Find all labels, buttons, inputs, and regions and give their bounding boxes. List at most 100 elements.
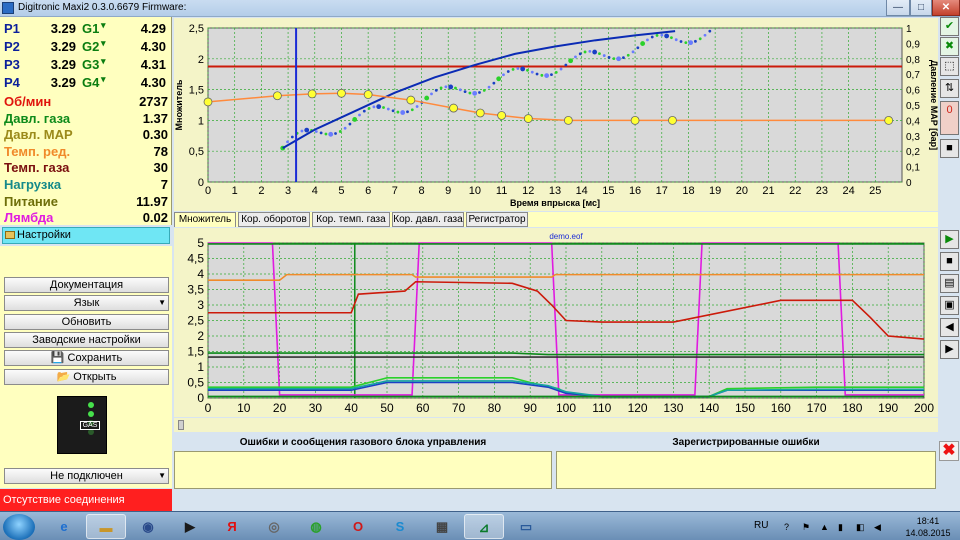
sample-point (343, 126, 347, 130)
x-tick-label: 160 (771, 401, 791, 415)
registered-errors-list[interactable] (556, 451, 936, 489)
sample-point (463, 90, 467, 94)
tab-bar: Множитель Кор. оборотов Кор. темп. газа Кор… (174, 212, 938, 227)
sample-point (458, 88, 462, 92)
sample-point (468, 91, 472, 95)
volume-icon[interactable]: ◀ (874, 522, 884, 532)
stop-square-icon[interactable]: ■ (940, 139, 959, 158)
multiplier-point (449, 103, 458, 113)
sample-point (424, 95, 430, 101)
play-icon[interactable]: ▶ (940, 230, 959, 249)
ecu-messages-list[interactable] (174, 451, 552, 489)
action-center-icon[interactable]: ▲ (820, 522, 830, 532)
network-tray-icon[interactable]: ◧ (856, 522, 866, 532)
y2-tick-label: 1 (906, 24, 912, 35)
nozzle-icon: ▾ (101, 38, 106, 48)
start-button[interactable] (3, 514, 35, 540)
sample-point (444, 85, 448, 89)
sample-point (454, 86, 457, 90)
camera-icon[interactable]: ◎ (254, 514, 294, 539)
y2-tick-label: 0,7 (906, 70, 920, 81)
step-forward-icon[interactable]: ▶ (940, 340, 959, 359)
language-indicator[interactable]: RU (754, 520, 768, 531)
title-bar[interactable]: Digitronic Maxi2 0.3.0.6679 Firmware: — … (0, 0, 960, 17)
factory-settings-button[interactable]: Заводские настройки (4, 332, 169, 348)
documentation-label: Документация (49, 279, 124, 291)
tab-item[interactable]: Регистратор (466, 212, 528, 227)
documentation-button[interactable]: Документация (4, 277, 169, 293)
explorer-icon[interactable]: ▬ (86, 514, 126, 539)
x-tick-label: 100 (556, 401, 576, 415)
nozzle-icon: ▾ (101, 56, 106, 66)
multiplier-chart[interactable]: 0 1 2 3 4 5 6 7 8 9 10 11 12 13 14 15 16 17 18 19 20 21 22 23 24… (174, 18, 939, 211)
time-scrollbar[interactable] (174, 418, 938, 432)
open-label: Открыть (73, 371, 117, 383)
clear-errors-icon[interactable]: ✖ (939, 441, 959, 461)
x-tick-label: 22 (789, 185, 801, 197)
help-icon[interactable]: ? (784, 522, 794, 532)
opera-icon[interactable]: O (338, 514, 378, 539)
sort-icon[interactable]: ⇅ (940, 79, 959, 98)
media-player-icon[interactable]: ▶ (170, 514, 210, 539)
sample-point (679, 40, 683, 43)
multiplier-point (523, 114, 533, 123)
x-tick-label: 20 (273, 401, 287, 415)
sample-point (286, 140, 289, 144)
pressure-row: P1 3.29 G1 ▾ 4.29 (4, 20, 170, 37)
x-tick-label: 17 (656, 185, 668, 197)
save-button[interactable]: 💾 Сохранить (4, 350, 169, 366)
stop-icon[interactable]: ■ (940, 252, 959, 271)
yandex-icon[interactable]: Я (212, 514, 252, 539)
app-window: Digitronic Maxi2 0.3.0.6679 Firmware: — … (0, 0, 960, 540)
monitor-icon[interactable]: ▭ (506, 514, 546, 539)
skype-icon[interactable]: S (380, 514, 420, 539)
network-icon[interactable]: ◉ (128, 514, 168, 539)
tab-item[interactable]: Кор. темп. газа (312, 212, 390, 227)
y2-axis-label: Давление MAP [бар] (929, 60, 938, 150)
sample-point (487, 85, 491, 89)
tab-item[interactable]: Кор. давл. газа (392, 212, 464, 227)
recorder-chart-svg[interactable]: 0 10 20 30 40 50 60 70 80 90 100 110 120 130 140 150 160… (174, 228, 938, 417)
language-select[interactable]: Язык ▼ (4, 295, 169, 311)
flag-icon[interactable]: ⚑ (802, 522, 812, 532)
close-button[interactable]: ✕ (932, 0, 960, 16)
export-icon[interactable]: ⬚ (940, 57, 959, 76)
x-tick-label: 11 (496, 185, 507, 197)
chrome-icon[interactable]: ◍ (296, 514, 336, 539)
check-green-icon[interactable]: ✔ (940, 17, 959, 36)
scroll-thumb[interactable] (178, 420, 184, 430)
tab-item[interactable]: Множитель (174, 212, 236, 227)
multiplier-chart-svg[interactable]: 0 1 2 3 4 5 6 7 8 9 10 11 12 13 14 15 16 17 18 19 20 21 22 23 24… (174, 18, 939, 211)
sample-point (516, 67, 520, 70)
settings-header[interactable]: Настройки (2, 227, 170, 244)
tab-item[interactable]: Кор. оборотов (238, 212, 310, 227)
ie-icon[interactable]: e (44, 514, 84, 539)
folder-open-icon[interactable]: ▤ (940, 274, 959, 293)
sample-point (636, 46, 640, 50)
connection-select[interactable]: Не подключен ▼ (4, 468, 169, 484)
open-button[interactable]: 📂 Открыть (4, 369, 169, 385)
signal-icon[interactable]: ▮ (838, 522, 848, 532)
maximize-button[interactable]: □ (910, 0, 932, 16)
multiplier-point (273, 91, 282, 101)
digitronic-app-icon[interactable]: ⊿ (464, 514, 504, 539)
store-icon[interactable]: ▦ (422, 514, 462, 539)
save-icon[interactable]: ▣ (940, 296, 959, 315)
minimize-button[interactable]: — (886, 0, 910, 16)
step-back-icon[interactable]: ◀ (940, 318, 959, 337)
sample-point (415, 105, 419, 108)
sample-point (607, 56, 611, 59)
sample-point (674, 38, 678, 42)
sample-point (708, 29, 712, 33)
sample-point (506, 70, 510, 73)
sample-point (688, 40, 694, 46)
recorder-chart[interactable]: 0 10 20 30 40 50 60 70 80 90 100 110 120 130 140 150 160… (174, 228, 938, 417)
clock[interactable]: 18:41 14.08.2015 (900, 515, 956, 539)
close-green-icon[interactable]: ✖ (940, 37, 959, 56)
sample-point (616, 56, 622, 62)
sample-point (410, 108, 414, 112)
x-tick-label: 1 (232, 185, 238, 197)
update-button[interactable]: Обновить (4, 314, 169, 330)
x-tick-label: 24 (842, 185, 854, 197)
pressure-row: P3 3.29 G3 ▾ 4.31 (4, 56, 170, 73)
